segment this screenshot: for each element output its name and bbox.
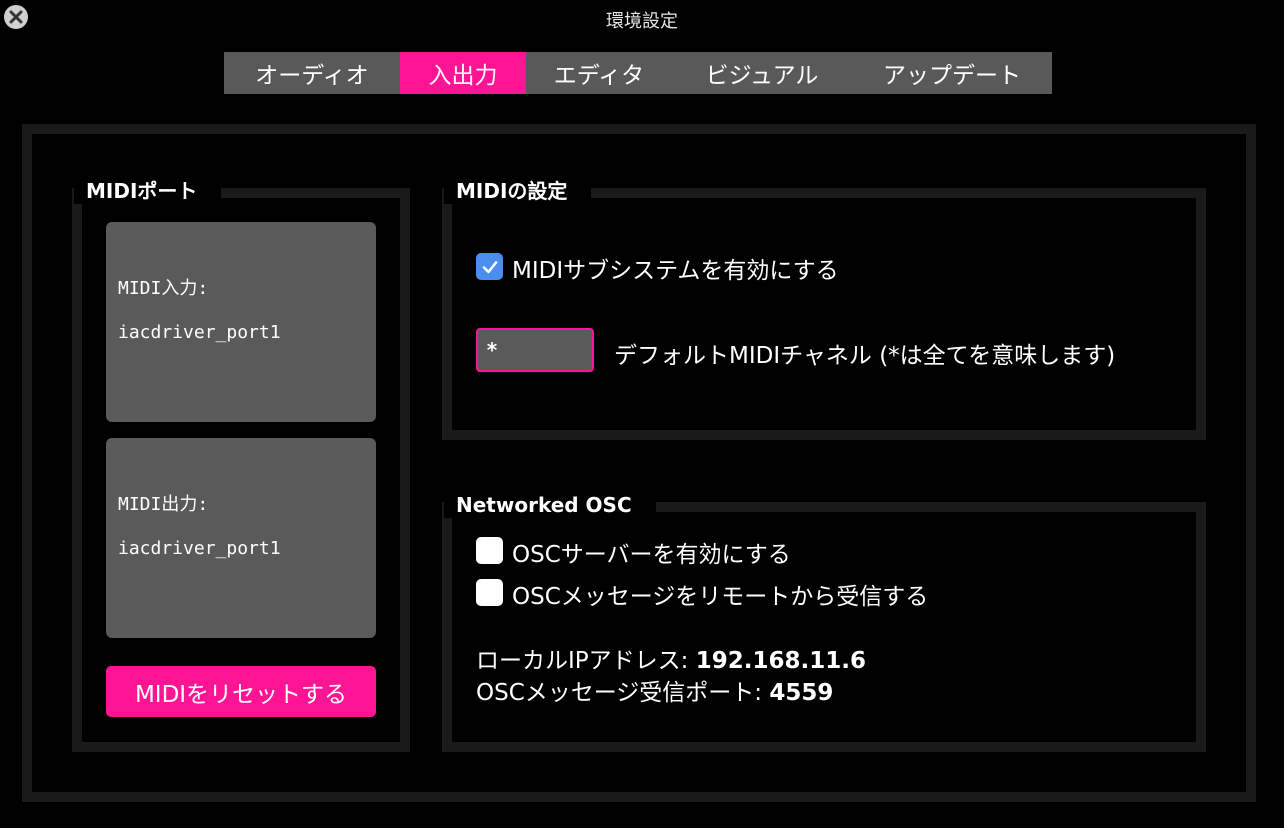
midi-input-label: MIDI入力: <box>118 278 209 299</box>
midi-channel-input[interactable] <box>476 328 594 372</box>
tab-io[interactable]: 入出力 <box>400 52 526 94</box>
osc-port-label: OSCメッセージ受信ポート: <box>476 680 763 706</box>
checkmark-icon <box>482 260 497 273</box>
local-ip-label: ローカルIPアドレス: <box>476 648 689 674</box>
tab-bar: オーディオ 入出力 エディタ ビジュアル アップデート <box>224 52 1052 94</box>
local-ip-row: ローカルIPアドレス: 192.168.11.6 <box>476 641 866 675</box>
midi-enable-label: MIDIサブシステムを有効にする <box>512 258 839 284</box>
tab-visual[interactable]: ビジュアル <box>672 52 852 94</box>
osc-port-value: 4559 <box>769 680 834 706</box>
tab-update[interactable]: アップデート <box>852 52 1052 94</box>
local-ip-value: 192.168.11.6 <box>695 648 866 674</box>
osc-remote-label: OSCメッセージをリモートから受信する <box>512 584 929 610</box>
midi-settings-title: MIDIの設定 <box>444 178 592 204</box>
midi-ports-title: MIDIポート <box>74 178 222 204</box>
tab-editor[interactable]: エディタ <box>526 52 672 94</box>
midi-output-label: MIDI出力: <box>118 494 209 515</box>
midi-input-box: MIDI入力: iacdriver_port1 <box>106 222 376 422</box>
tab-audio[interactable]: オーディオ <box>224 52 400 94</box>
midi-channel-label: デフォルトMIDIチャネル (*は全てを意味します) <box>614 343 1116 369</box>
midi-enable-checkbox[interactable] <box>476 253 503 280</box>
midi-settings-frame <box>442 188 1206 440</box>
osc-port-row: OSCメッセージ受信ポート: 4559 <box>476 673 833 707</box>
reset-midi-button[interactable]: MIDIをリセットする <box>106 666 376 717</box>
window-title: 環境設定 <box>606 11 678 32</box>
osc-server-label: OSCサーバーを有効にする <box>512 542 791 568</box>
midi-output-value: iacdriver_port1 <box>118 538 281 559</box>
osc-title: Networked OSC <box>444 492 656 518</box>
osc-server-checkbox[interactable] <box>476 537 503 564</box>
midi-output-box: MIDI出力: iacdriver_port1 <box>106 438 376 638</box>
midi-input-value: iacdriver_port1 <box>118 322 281 343</box>
osc-remote-checkbox[interactable] <box>476 579 503 606</box>
